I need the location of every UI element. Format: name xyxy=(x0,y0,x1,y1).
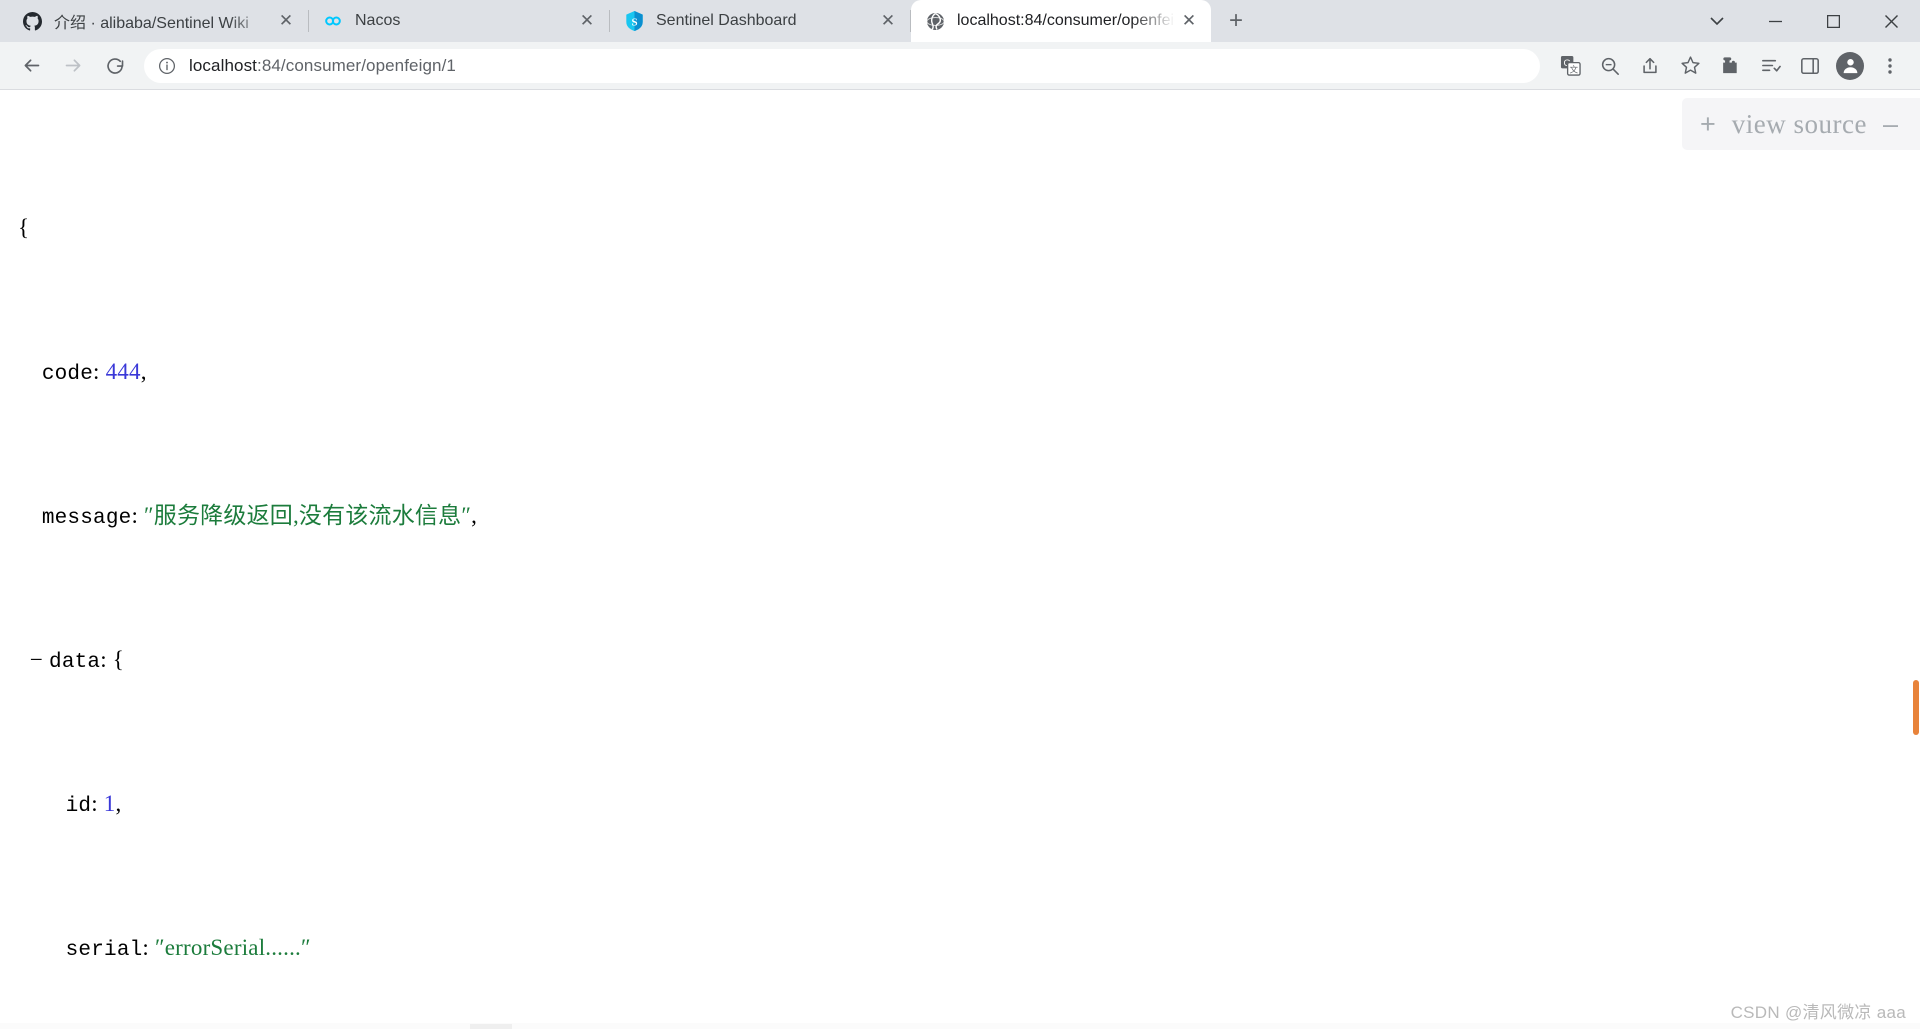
globe-icon xyxy=(925,11,945,31)
svg-text:文: 文 xyxy=(1569,64,1578,75)
profile-avatar[interactable] xyxy=(1836,51,1864,80)
new-tab-button[interactable]: + xyxy=(1219,4,1253,38)
reading-list-icon[interactable] xyxy=(1753,49,1787,83)
github-icon xyxy=(22,11,42,31)
json-line: message: ″服务降级返回,没有该流水信息″, xyxy=(18,498,1920,534)
address-bar-url: localhost:84/consumer/openfeign/1 xyxy=(189,56,456,76)
window-close-button[interactable] xyxy=(1862,0,1920,42)
address-bar[interactable]: localhost:84/consumer/openfeign/1 xyxy=(144,48,1540,83)
browser-tab-close-icon[interactable]: ✕ xyxy=(272,7,300,35)
nacos-icon xyxy=(323,11,343,31)
json-key: code xyxy=(41,363,94,386)
json-value-number: 444 xyxy=(105,359,141,384)
json-separator: : xyxy=(142,935,155,960)
json-key: serial xyxy=(65,939,143,962)
json-key: message xyxy=(41,507,132,530)
address-bar-path: :84/consumer/openfeign/1 xyxy=(257,55,456,75)
browser-tab-nacos[interactable]: Nacos ✕ xyxy=(309,0,609,42)
share-icon[interactable] xyxy=(1633,49,1667,83)
browser-tab-close-icon[interactable]: ✕ xyxy=(573,7,601,35)
site-info-icon[interactable] xyxy=(158,57,176,75)
json-value-string: ″errorSerial......″ xyxy=(154,935,311,960)
sentinel-icon: S xyxy=(624,11,644,31)
expand-all-button[interactable]: + xyxy=(1700,110,1716,138)
window-controls xyxy=(1688,0,1920,42)
json-separator: : xyxy=(131,503,144,528)
reload-button[interactable] xyxy=(98,49,132,83)
json-viewer: { code: 444, message: ″服务降级返回,没有该流水信息″, … xyxy=(0,90,1920,1029)
page-scrollbar[interactable] xyxy=(1912,90,1920,1029)
browser-tab-sentinel-wiki[interactable]: 介绍 · alibaba/Sentinel Wiki ✕ xyxy=(8,0,308,42)
json-separator: : xyxy=(100,647,113,672)
json-open-brace: { xyxy=(18,215,30,240)
browser-tab-close-icon[interactable]: ✕ xyxy=(1175,7,1203,35)
zoom-icon[interactable] xyxy=(1593,49,1627,83)
json-collapse-toggle[interactable]: − xyxy=(30,647,43,672)
browser-tab-openfeign-active[interactable]: localhost:84/consumer/openfeign/1 ✕ xyxy=(911,0,1211,42)
window-minimize-button[interactable] xyxy=(1746,0,1804,42)
json-comma: , xyxy=(471,503,478,528)
json-key: id xyxy=(65,795,92,818)
browser-tab-title: 介绍 · alibaba/Sentinel Wiki xyxy=(54,15,249,32)
json-value-number: 1 xyxy=(103,791,116,816)
tab-search-chevron-down-icon[interactable] xyxy=(1688,0,1746,42)
json-separator: : xyxy=(93,359,106,384)
view-source-link[interactable]: view source xyxy=(1732,109,1867,140)
browser-toolbar: localhost:84/consumer/openfeign/1 G文 xyxy=(0,42,1920,90)
address-bar-host: localhost xyxy=(189,55,257,75)
page-bottom-strip xyxy=(0,1023,1920,1029)
browser-tab-sentinel-dashboard[interactable]: S Sentinel Dashboard ✕ xyxy=(610,0,910,42)
translate-icon[interactable]: G文 xyxy=(1553,49,1587,83)
toolbar-icon-group: G文 xyxy=(1550,49,1910,83)
json-line: { xyxy=(18,210,1920,246)
browser-tab-close-icon[interactable]: ✕ xyxy=(874,7,902,35)
json-line: code: 444, xyxy=(18,354,1920,390)
back-button[interactable] xyxy=(14,49,48,83)
side-panel-icon[interactable] xyxy=(1793,49,1827,83)
extensions-puzzle-icon[interactable] xyxy=(1713,49,1747,83)
json-line: serial: ″errorSerial......″ xyxy=(18,930,1920,966)
window-maximize-button[interactable] xyxy=(1804,0,1862,42)
view-source-toolbar: + view source – xyxy=(1681,98,1920,150)
browser-tab-title: localhost:84/consumer/openfeign/1 xyxy=(957,12,1175,29)
svg-text:S: S xyxy=(631,17,637,29)
json-line: id: 1, xyxy=(18,786,1920,822)
browser-tab-strip: 介绍 · alibaba/Sentinel Wiki ✕ Nacos ✕ S S… xyxy=(0,0,1920,42)
page-viewport: { code: 444, message: ″服务降级返回,没有该流水信息″, … xyxy=(0,90,1920,1029)
scrollbar-find-marker[interactable] xyxy=(1913,680,1919,735)
forward-button[interactable] xyxy=(56,49,90,83)
json-value-string: ″服务降级返回,没有该流水信息″ xyxy=(143,503,472,528)
json-line-data: − data: { xyxy=(18,642,1920,678)
page-bottom-tick xyxy=(470,1024,512,1029)
json-key: data xyxy=(49,651,101,674)
csdn-watermark: CSDN @清风微凉 aaa xyxy=(1730,1003,1906,1022)
browser-tab-title: Nacos xyxy=(355,12,401,29)
collapse-all-button[interactable]: – xyxy=(1883,110,1898,138)
bookmark-star-icon[interactable] xyxy=(1673,49,1707,83)
json-comma: , xyxy=(140,359,147,384)
json-open-brace: { xyxy=(112,647,125,672)
chrome-menu-icon[interactable] xyxy=(1873,49,1907,83)
browser-tab-title: Sentinel Dashboard xyxy=(656,12,797,29)
json-comma: , xyxy=(115,791,122,816)
json-separator: : xyxy=(91,791,104,816)
